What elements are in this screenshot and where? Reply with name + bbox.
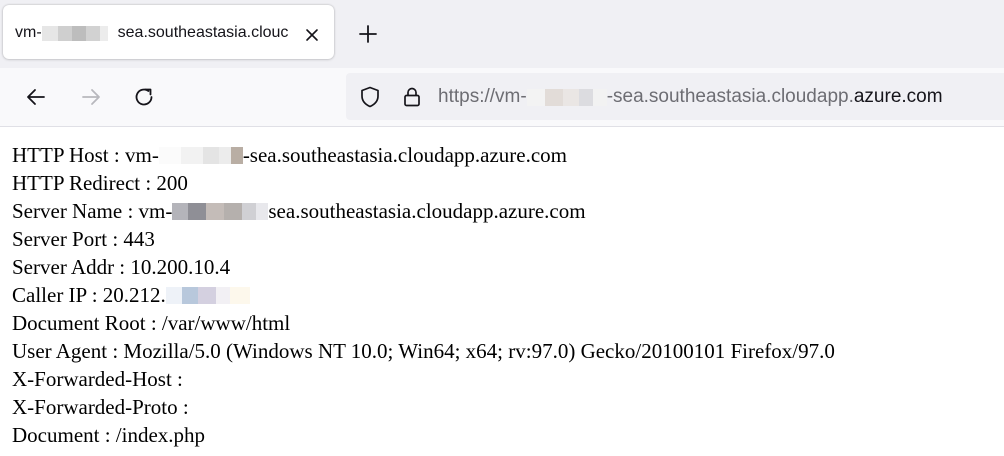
reload-icon[interactable]: [131, 84, 157, 110]
server-name-prefix: vm-: [138, 199, 173, 223]
url-domain: azure.com: [853, 86, 943, 107]
server-name-suffix: sea.southeastasia.cloudapp.azure.com: [268, 199, 586, 223]
navigation-toolbar: https://vm- -sea.southeastasia.cloudapp.a…: [0, 68, 1004, 127]
http-redirect-line: HTTP Redirect : 200: [12, 171, 188, 195]
address-bar[interactable]: https://vm- -sea.southeastasia.cloudapp.a…: [346, 73, 1004, 120]
page-content: HTTP Host : vm- -sea.southeastasia.clouda…: [12, 141, 835, 449]
tab-strip: vm-sea.southeastasia.clouc: [0, 0, 1004, 68]
http-host-label: HTTP Host :: [12, 143, 125, 167]
url-text[interactable]: https://vm- -sea.southeastasia.cloudapp.a…: [438, 86, 943, 108]
server-name-line: Server Name : vm-sea.southeastasia.cloud…: [12, 197, 835, 225]
arrow-right-icon[interactable]: [78, 84, 104, 110]
url-prefix: https://vm-: [438, 86, 527, 107]
plus-icon[interactable]: [356, 22, 380, 46]
server-name-label: Server Name :: [12, 199, 139, 223]
redacted-block: [158, 147, 243, 164]
document-line: Document : /index.php: [12, 423, 206, 447]
lock-icon[interactable]: [400, 85, 424, 109]
http-host-prefix: vm-: [124, 143, 159, 167]
url-middle: -sea.southeastasia.cloudapp.: [606, 86, 854, 107]
server-addr-line: Server Addr : 10.200.10.4: [12, 255, 231, 279]
user-agent-line: User Agent : Mozilla/5.0 (Windows NT 10.…: [12, 339, 835, 363]
arrow-left-icon[interactable]: [23, 84, 49, 110]
caller-ip-label: Caller IP :: [12, 283, 103, 307]
redacted-block: [172, 203, 269, 220]
browser-tab-active[interactable]: vm-sea.southeastasia.clouc: [3, 5, 334, 59]
http-host-line: HTTP Host : vm- -sea.southeastasia.clouda…: [12, 141, 835, 169]
redacted-block: [165, 287, 250, 304]
redacted-block: [41, 26, 108, 41]
shield-icon[interactable]: [358, 85, 382, 109]
document-root-line: Document Root : /var/www/html: [12, 311, 291, 335]
tab-title: vm-sea.southeastasia.clouc: [15, 22, 307, 44]
close-icon[interactable]: [302, 25, 322, 45]
tab-title-prefix: vm-: [15, 24, 42, 41]
http-host-suffix: -sea.southeastasia.cloudapp.azure.com: [242, 143, 568, 167]
x-forwarded-proto-line: X-Forwarded-Proto :: [12, 395, 189, 419]
server-port-line: Server Port : 443: [12, 227, 155, 251]
x-forwarded-host-line: X-Forwarded-Host :: [12, 367, 183, 391]
redacted-block: [526, 89, 607, 106]
caller-ip-line: Caller IP : 20.212.: [12, 281, 835, 309]
tab-title-suffix: sea.southeastasia.clouc: [117, 24, 289, 41]
caller-ip-prefix: 20.212.: [102, 283, 166, 307]
